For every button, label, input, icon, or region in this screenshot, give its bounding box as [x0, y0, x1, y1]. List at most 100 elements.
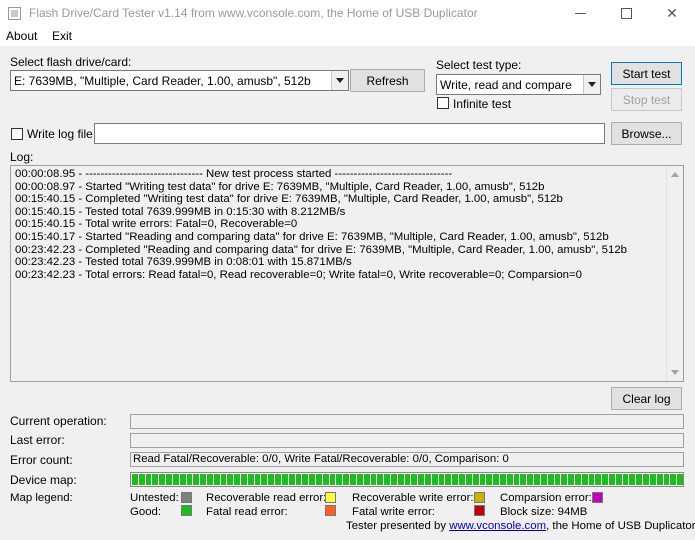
- device-map-block: [397, 474, 404, 485]
- title-bar: Flash Drive/Card Tester v1.14 from www.v…: [0, 0, 695, 27]
- device-map-block: [309, 474, 315, 485]
- device-map-block: [363, 474, 370, 485]
- current-operation-field: [130, 414, 684, 429]
- device-map-block: [336, 474, 343, 485]
- device-map-block: [179, 474, 186, 485]
- device-map-block: [649, 474, 656, 485]
- legend-recoverable-write-swatch: [474, 492, 485, 503]
- device-map-block: [438, 474, 445, 485]
- legend-untested-label: Untested:: [130, 492, 179, 504]
- device-map-block: [316, 474, 322, 485]
- scroll-up-icon[interactable]: [671, 172, 679, 177]
- device-map-block: [595, 474, 602, 485]
- legend-recoverable-read-swatch: [325, 492, 336, 503]
- block-size-label: Block size: 94MB: [500, 506, 588, 518]
- device-map-block: [166, 474, 172, 485]
- maximize-button[interactable]: [603, 0, 649, 27]
- device-map-block: [172, 474, 179, 485]
- device-map-block: [302, 474, 309, 485]
- refresh-button[interactable]: Refresh: [350, 69, 425, 92]
- device-map-block: [247, 474, 254, 485]
- device-map-block: [602, 474, 609, 485]
- log-line: 00:15:40.15 - Total write errors: Fatal=…: [15, 218, 298, 231]
- scroll-down-icon[interactable]: [671, 370, 679, 375]
- log-line: 00:00:08.97 - Started "Writing test data…: [15, 180, 545, 193]
- last-error-label: Last error:: [10, 433, 65, 447]
- vconsole-link[interactable]: www.vconsole.com: [449, 520, 546, 532]
- device-map-block: [431, 474, 438, 485]
- device-map-block: [452, 474, 459, 485]
- infinite-test-checkbox[interactable]: [437, 97, 449, 109]
- device-map-block: [670, 474, 677, 485]
- device-map-block: [329, 474, 336, 485]
- clear-log-button[interactable]: Clear log: [611, 387, 682, 410]
- device-map-block: [527, 474, 534, 485]
- device-map-block: [425, 474, 431, 485]
- device-map-label: Device map:: [10, 473, 77, 487]
- minimize-button[interactable]: [557, 0, 603, 27]
- device-map-block: [390, 474, 397, 485]
- app-icon: [8, 7, 21, 20]
- footer-prefix: Tester presented by: [346, 520, 447, 532]
- device-map-block: [500, 474, 506, 485]
- close-button[interactable]: ✕: [649, 0, 695, 27]
- write-log-checkbox[interactable]: [11, 128, 23, 140]
- legend-good-swatch: [181, 505, 192, 516]
- device-map-block: [561, 474, 568, 485]
- chevron-down-icon[interactable]: [331, 71, 348, 90]
- log-scrollbar[interactable]: [666, 166, 683, 381]
- device-map-block: [493, 474, 499, 485]
- legend-recoverable-write-label: Recoverable write error:: [352, 492, 474, 504]
- device-map-block: [465, 474, 472, 485]
- log-label: Log:: [10, 150, 34, 164]
- drive-select[interactable]: E: 7639MB, "Multiple, Card Reader, 1.00,…: [10, 70, 349, 91]
- device-map-block: [322, 474, 329, 485]
- legend-fatal-read-swatch: [325, 505, 336, 516]
- device-map-block: [384, 474, 390, 485]
- device-map-block: [295, 474, 302, 485]
- browse-button[interactable]: Browse...: [611, 122, 682, 145]
- device-map-block: [418, 474, 425, 485]
- legend-fatal-write-swatch: [474, 505, 485, 516]
- log-lines: 00:00:08.95 - --------------------------…: [15, 168, 665, 281]
- log-line: 00:15:40.17 - Started "Reading and compa…: [15, 230, 609, 243]
- maximize-icon: [620, 8, 632, 19]
- window-title: Flash Drive/Card Tester v1.14 from www.v…: [29, 6, 478, 20]
- device-map-block: [281, 474, 288, 485]
- legend-untested-swatch: [181, 492, 192, 503]
- device-map-block: [411, 474, 418, 485]
- close-icon: ✕: [666, 5, 678, 21]
- device-map-block: [609, 474, 615, 485]
- log-file-path-input[interactable]: [94, 123, 605, 144]
- device-map-block: [629, 474, 636, 485]
- stop-test-button[interactable]: Stop test: [611, 88, 682, 111]
- device-map-block: [581, 474, 588, 485]
- device-map-block: [643, 474, 649, 485]
- device-map-block: [472, 474, 479, 485]
- start-test-button[interactable]: Start test: [611, 62, 682, 85]
- device-map-block: [568, 474, 574, 485]
- legend-comparsion-label: Comparsion error:: [500, 492, 592, 504]
- test-type-select[interactable]: Write, read and compare: [436, 74, 601, 95]
- device-map-block: [275, 474, 281, 485]
- menu-exit[interactable]: Exit: [52, 29, 72, 43]
- device-map-block: [656, 474, 663, 485]
- minimize-icon: [574, 13, 586, 14]
- device-map-block: [547, 474, 554, 485]
- device-map-block: [220, 474, 227, 485]
- log-line: 00:23:42.23 - Total errors: Read fatal=0…: [15, 268, 582, 281]
- device-map-block: [377, 474, 384, 485]
- device-map-block: [540, 474, 547, 485]
- chevron-down-icon[interactable]: [583, 75, 600, 94]
- device-map-block: [227, 474, 234, 485]
- device-map-block: [574, 474, 581, 485]
- last-error-field: [130, 433, 684, 448]
- device-map-block: [132, 474, 138, 485]
- log-line: 00:15:40.15 - Tested total 7639.999MB in…: [15, 205, 346, 218]
- map-legend-label: Map legend:: [10, 492, 73, 504]
- legend-fatal-read-label: Fatal read error:: [206, 506, 288, 518]
- log-output[interactable]: 00:00:08.95 - --------------------------…: [10, 165, 684, 382]
- footer-credit: Tester presented by www.vconsole.com, th…: [346, 520, 695, 532]
- infinite-test-label: Infinite test: [453, 97, 512, 111]
- menu-about[interactable]: About: [6, 29, 37, 43]
